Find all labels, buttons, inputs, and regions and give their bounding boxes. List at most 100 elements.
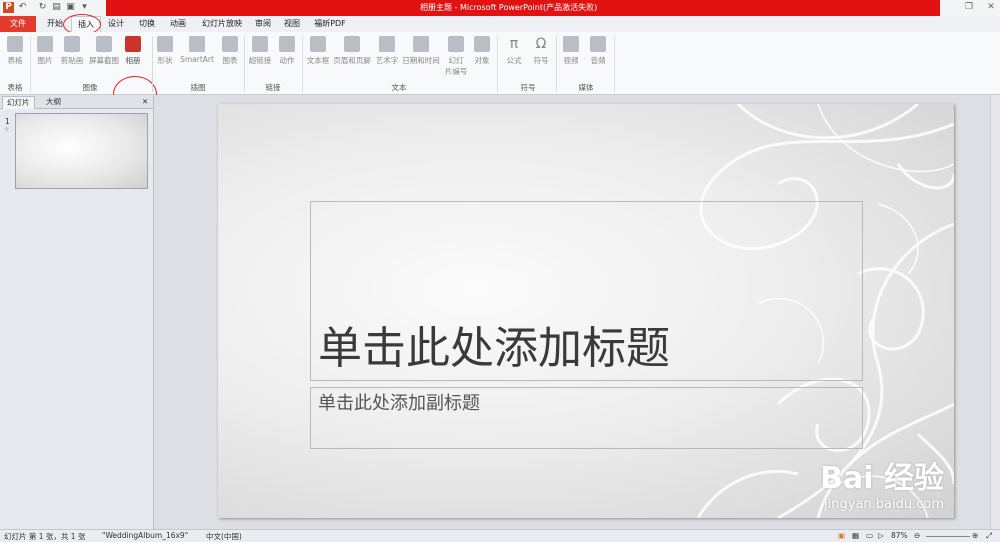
- slide-number-icon: [448, 36, 464, 52]
- action-icon: [279, 36, 295, 52]
- slide-canvas[interactable]: 单击此处添加标题 单击此处添加副标题 Bai 经验 jingyan.baidu.…: [218, 104, 954, 518]
- tab-animations[interactable]: 动画: [164, 16, 192, 32]
- tab-view[interactable]: 视图: [279, 16, 305, 32]
- slide-number-button[interactable]: 幻灯 片编号: [443, 36, 469, 77]
- header-footer-button[interactable]: 页眉和页脚: [332, 36, 372, 66]
- pi-icon: π: [509, 36, 519, 52]
- photo-album-icon: [125, 36, 141, 52]
- chart-button[interactable]: 图表: [219, 36, 241, 66]
- tab-review[interactable]: 审阅: [250, 16, 276, 32]
- tab-slideshow[interactable]: 幻灯片放映: [196, 16, 248, 32]
- audio-button[interactable]: 音频: [587, 36, 609, 66]
- clipart-button[interactable]: 剪贴画: [58, 36, 86, 66]
- normal-view-icon[interactable]: ▣: [838, 531, 845, 540]
- picture-button[interactable]: 图片: [34, 36, 56, 66]
- equation-button[interactable]: π 公式: [502, 36, 526, 66]
- tab-foxit-pdf[interactable]: 福昕PDF: [308, 16, 352, 32]
- slide-sorter-icon[interactable]: ▦: [852, 531, 859, 540]
- album-button[interactable]: 相册: [122, 36, 144, 66]
- title-placeholder[interactable]: 单击此处添加标题: [310, 201, 863, 381]
- customize-icon[interactable]: ▤: [51, 2, 62, 13]
- subtitle-placeholder-text: 单击此处添加副标题: [318, 393, 480, 414]
- subtitle-placeholder[interactable]: 单击此处添加副标题: [310, 387, 863, 449]
- action-label: 动作: [279, 56, 295, 65]
- header-footer-label: 页眉和页脚: [333, 56, 371, 65]
- smartart-icon: [189, 36, 205, 52]
- wordart-icon: [379, 36, 395, 52]
- shape-label: 形状: [157, 56, 173, 65]
- watermark-url: jingyan.baidu.com: [824, 497, 944, 512]
- symbol-button[interactable]: Ω 符号: [529, 36, 553, 66]
- redo-icon[interactable]: ↻: [37, 2, 48, 13]
- table-button[interactable]: 表格: [4, 36, 26, 66]
- title-bar: P ↶ ↻ ▤ ▣ ▾ 相册主题 - Microsoft PowerPoint(…: [0, 0, 1000, 16]
- tab-design[interactable]: 设计: [102, 16, 130, 32]
- slideshow-icon[interactable]: ▷: [878, 531, 884, 540]
- symbol-label: 符号: [533, 56, 549, 65]
- video-button[interactable]: 视频: [560, 36, 582, 66]
- title-placeholder-text: 单击此处添加标题: [318, 323, 670, 374]
- shape-icon: [157, 36, 173, 52]
- powerpoint-logo-icon[interactable]: P: [3, 2, 14, 13]
- ribbon-tabs: 文件 开始 插入 设计 切换 动画 幻灯片放映 审阅 视图 福昕PDF: [0, 16, 1000, 33]
- table-icon: [7, 36, 23, 52]
- header-footer-icon: [344, 36, 360, 52]
- group-label-symbols: 符号: [520, 83, 536, 92]
- datetime-button[interactable]: 日期和时间: [401, 36, 441, 66]
- slide-info: 幻灯片 第 1 张，共 1 张: [4, 532, 86, 541]
- ribbon-separator: [30, 36, 31, 92]
- group-label-text: 文本: [391, 83, 407, 92]
- baidu-watermark: Bai 经验 jingyan.baidu.com: [820, 453, 944, 512]
- reading-view-icon[interactable]: ▭: [866, 531, 873, 540]
- smartart-button[interactable]: SmartArt: [178, 36, 216, 64]
- slide-thumbnail[interactable]: [15, 113, 148, 189]
- calendar-icon: [413, 36, 429, 52]
- clipart-label: 剪贴画: [60, 56, 84, 65]
- screenshot-button[interactable]: 屏幕截图: [87, 36, 121, 66]
- screenshot-icon: [96, 36, 112, 52]
- tab-slides[interactable]: 幻灯片: [2, 96, 35, 109]
- hyperlink-label: 超链接: [248, 56, 272, 65]
- zoom-out-icon[interactable]: ⊖: [914, 531, 920, 540]
- zoom-slider[interactable]: [926, 536, 970, 537]
- film-reel-icon: [563, 36, 579, 52]
- tab-outline[interactable]: 大纲: [42, 96, 65, 108]
- textbox-button[interactable]: 文本框: [304, 36, 332, 66]
- clipart-icon: [64, 36, 80, 52]
- vertical-scrollbar[interactable]: [990, 95, 1000, 529]
- zoom-in-icon[interactable]: ⊕: [972, 531, 978, 540]
- tab-transitions[interactable]: 切换: [133, 16, 161, 32]
- shape-button[interactable]: 形状: [154, 36, 176, 66]
- transition-star-icon: ☆: [4, 126, 10, 133]
- action-button[interactable]: 动作: [276, 36, 298, 66]
- close-pane-icon[interactable]: ✕: [138, 96, 152, 108]
- theme-name: "WeddingAlbum_16x9": [102, 531, 189, 540]
- slide-workspace: 单击此处添加标题 单击此处添加副标题 Bai 经验 jingyan.baidu.…: [154, 95, 1000, 529]
- zoom-level[interactable]: 87%: [891, 531, 908, 540]
- watermark-logo: Bai 经验: [820, 461, 944, 496]
- hyperlink-button[interactable]: 超链接: [246, 36, 274, 66]
- screenshot-label: 屏幕截图: [89, 56, 119, 65]
- wordart-button[interactable]: 艺术字: [373, 36, 401, 66]
- group-label-images: 图像: [82, 83, 98, 92]
- picture-icon: [37, 36, 53, 52]
- ribbon: 表格 图片 剪贴画 屏幕截图 相册 形状 SmartArt 图表 超链接 动作 …: [0, 32, 1000, 112]
- language[interactable]: 中文(中国): [206, 531, 242, 542]
- album-label: 相册: [125, 56, 141, 65]
- group-label-media: 媒体: [578, 83, 594, 92]
- ribbon-separator: [614, 36, 615, 92]
- save-icon[interactable]: ▣: [65, 2, 76, 13]
- close-icon[interactable]: ✕: [984, 2, 998, 13]
- slide-number: 1: [5, 117, 10, 126]
- restore-icon[interactable]: ❐: [962, 2, 976, 13]
- fit-to-window-icon[interactable]: ⤢: [986, 531, 992, 541]
- omega-icon: Ω: [535, 36, 547, 52]
- textbox-label: 文本框: [306, 56, 330, 65]
- undo-icon[interactable]: ↶: [17, 2, 28, 13]
- group-label-links: 链接: [265, 83, 281, 92]
- object-button[interactable]: 对象: [471, 36, 493, 66]
- ribbon-separator: [497, 36, 498, 92]
- tab-file[interactable]: 文件: [0, 16, 36, 32]
- speaker-icon: [590, 36, 606, 52]
- dropdown-icon[interactable]: ▾: [79, 2, 90, 13]
